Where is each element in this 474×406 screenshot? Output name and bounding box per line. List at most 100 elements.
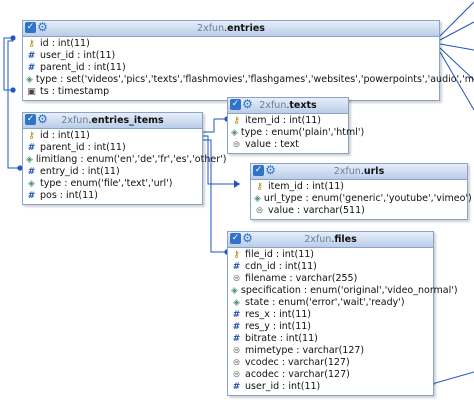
column-row[interactable]: ⊜ mimetype : varchar(127) xyxy=(228,345,433,357)
column-row[interactable]: ◈ specification : enum('original','video_… xyxy=(228,285,458,297)
checkbox-icon[interactable]: ✓ xyxy=(25,22,36,33)
text-column-icon: ⊜ xyxy=(255,206,264,216)
table-title: 2xfun.entries xyxy=(197,23,265,34)
column-label: ts : timestamp xyxy=(40,86,110,97)
gear-icon[interactable]: ⚙ xyxy=(242,98,253,110)
integer-column-icon: # xyxy=(232,382,241,392)
column-row[interactable]: # cdn_id : int(11) xyxy=(228,261,433,273)
column-row[interactable]: ⊜ filename : varchar(255) xyxy=(228,273,433,285)
primary-key-icon: ⚷ xyxy=(28,131,35,141)
column-row[interactable]: # user_id : int(11) xyxy=(228,381,433,393)
enum-column-icon: ◈ xyxy=(26,155,33,165)
enum-column-icon: ◈ xyxy=(254,194,261,204)
column-row[interactable]: ◈ type : enum('plain','html') xyxy=(228,127,364,139)
column-row[interactable]: ⊜ acodec : varchar(127) xyxy=(228,369,433,381)
relation-line-entries-right-3 xyxy=(439,43,474,51)
column-label: user_id : int(11) xyxy=(40,50,116,61)
relation-end-dot xyxy=(10,87,16,93)
integer-column-icon: # xyxy=(27,191,36,201)
column-row[interactable]: # entry_id : int(11) xyxy=(23,166,202,178)
relation-line-items-texts xyxy=(201,118,227,133)
table-header[interactable]: ✓ ⚙ 2xfun.urls xyxy=(251,164,467,180)
relation-arrowhead xyxy=(234,180,240,188)
column-row[interactable]: ⚷ id : int(11) xyxy=(23,130,202,142)
column-row[interactable]: ⊜ vcodec : varchar(127) xyxy=(228,357,433,369)
column-label: item_id : int(11) xyxy=(268,181,345,192)
column-label: res_y : int(11) xyxy=(245,321,311,332)
column-label: type : enum('file','text','url') xyxy=(40,178,173,189)
enum-column-icon: ◈ xyxy=(233,298,240,308)
enum-column-icon: ◈ xyxy=(231,286,238,296)
column-label: bitrate : int(11) xyxy=(245,333,318,344)
integer-column-icon: # xyxy=(27,143,36,153)
integer-column-icon: # xyxy=(27,167,36,177)
table-header[interactable]: ✓ ⚙ 2xfun.files xyxy=(228,232,433,248)
column-row[interactable]: ⚷ item_id : int(11) xyxy=(228,115,348,127)
relation-line-entries-items xyxy=(7,40,20,169)
table-header[interactable]: ✓ ⚙ 2xfun.texts xyxy=(228,98,348,114)
checkbox-icon[interactable]: ✓ xyxy=(230,99,241,110)
column-label: file_id : int(11) xyxy=(245,249,315,260)
column-row[interactable]: ⊜ value : varchar(511) xyxy=(251,205,467,217)
column-row[interactable]: ⊜ value : text xyxy=(228,139,348,151)
table-entries-items[interactable]: ✓ ⚙ 2xfun.entries_items ⚷ id : int(11) # par… xyxy=(22,112,226,205)
column-label: vcodec : varchar(127) xyxy=(245,357,350,368)
column-list: ⚷ id : int(11) # user_id : int(11) # parent_i… xyxy=(23,37,474,100)
column-row[interactable]: # pos : int(11) xyxy=(23,190,202,202)
column-label: limitlang : enum('en','de','fr','es','ot… xyxy=(35,154,227,165)
checkbox-icon[interactable]: ✓ xyxy=(25,114,36,125)
primary-key-icon: ⚷ xyxy=(233,116,240,126)
integer-column-icon: # xyxy=(232,310,241,320)
column-row[interactable]: # parent_id : int(11) xyxy=(23,142,202,154)
column-row[interactable]: ⚷ id : int(11) xyxy=(23,38,439,50)
column-row[interactable]: ◈ limitlang : enum('en','de','fr','es','o… xyxy=(23,154,226,166)
column-list: ⚷ item_id : int(11) ◈ url_type : enum('gene… xyxy=(251,180,472,219)
table-files[interactable]: ✓ ⚙ 2xfun.files ⚷ file_id : int(11) # cdn_id… xyxy=(227,231,458,396)
column-row[interactable]: ◈ type : enum('file','text','url') xyxy=(23,178,202,190)
column-row[interactable]: # bitrate : int(11) xyxy=(228,333,433,345)
primary-key-icon: ⚷ xyxy=(256,182,263,192)
column-row[interactable]: # user_id : int(11) xyxy=(23,50,439,62)
gear-icon[interactable]: ⚙ xyxy=(37,113,48,125)
table-header[interactable]: ✓ ⚙ 2xfun.entries xyxy=(23,21,439,37)
primary-key-icon: ⚷ xyxy=(233,250,240,260)
column-label: id : int(11) xyxy=(40,130,90,141)
column-label: value : varchar(511) xyxy=(268,205,365,216)
gear-icon[interactable]: ⚙ xyxy=(242,232,253,244)
table-title: 2xfun.texts xyxy=(259,100,317,111)
column-row[interactable]: # res_x : int(11) xyxy=(228,309,433,321)
column-label: item_id : int(11) xyxy=(245,115,322,126)
table-header[interactable]: ✓ ⚙ 2xfun.entries_items xyxy=(23,113,202,129)
primary-key-icon: ⚷ xyxy=(28,39,35,49)
column-label: id : int(11) xyxy=(40,38,90,49)
column-label: pos : int(11) xyxy=(40,190,98,201)
column-list: ⚷ id : int(11) # parent_id : int(11) ◈ limitl… xyxy=(23,129,226,204)
text-column-icon: ⊜ xyxy=(232,370,241,380)
column-row[interactable]: ◈ type : set('videos','pics','texts','fla… xyxy=(23,74,474,86)
column-row[interactable]: ◈ state : enum('error','wait','ready') xyxy=(228,297,433,309)
checkbox-icon[interactable]: ✓ xyxy=(253,165,264,176)
column-label: user_id : int(11) xyxy=(245,381,321,392)
integer-column-icon: # xyxy=(232,262,241,272)
column-label: parent_id : int(11) xyxy=(40,62,126,73)
enum-column-icon: ◈ xyxy=(26,75,33,85)
table-entries[interactable]: ✓ ⚙ 2xfun.entries ⚷ id : int(11) # user_id :… xyxy=(22,20,474,101)
text-column-icon: ⊜ xyxy=(232,358,241,368)
column-row[interactable]: ◈ url_type : enum('generic','youtube','vi… xyxy=(251,193,472,205)
enum-column-icon: ◈ xyxy=(231,128,238,138)
column-row[interactable]: ⚷ file_id : int(11) xyxy=(228,249,433,261)
gear-icon[interactable]: ⚙ xyxy=(37,21,48,33)
timestamp-column-icon: ▣ xyxy=(27,87,36,97)
column-row[interactable]: # parent_id : int(11) xyxy=(23,62,439,74)
column-label: filename : varchar(255) xyxy=(245,273,358,284)
column-label: cdn_id : int(11) xyxy=(245,261,317,272)
gear-icon[interactable]: ⚙ xyxy=(265,164,276,176)
checkbox-icon[interactable]: ✓ xyxy=(230,233,241,244)
column-label: type : set('videos','pics','texts','flas… xyxy=(35,74,474,85)
column-row[interactable]: # res_y : int(11) xyxy=(228,321,433,333)
column-row[interactable]: ⚷ item_id : int(11) xyxy=(251,181,467,193)
relation-line-files-user xyxy=(431,371,474,385)
table-urls[interactable]: ✓ ⚙ 2xfun.urls ⚷ item_id : int(11) ◈ url_typ… xyxy=(250,163,472,220)
column-label: type : enum('plain','html') xyxy=(240,127,365,138)
table-texts[interactable]: ✓ ⚙ 2xfun.texts ⚷ item_id : int(11) ◈ type :… xyxy=(227,97,364,154)
